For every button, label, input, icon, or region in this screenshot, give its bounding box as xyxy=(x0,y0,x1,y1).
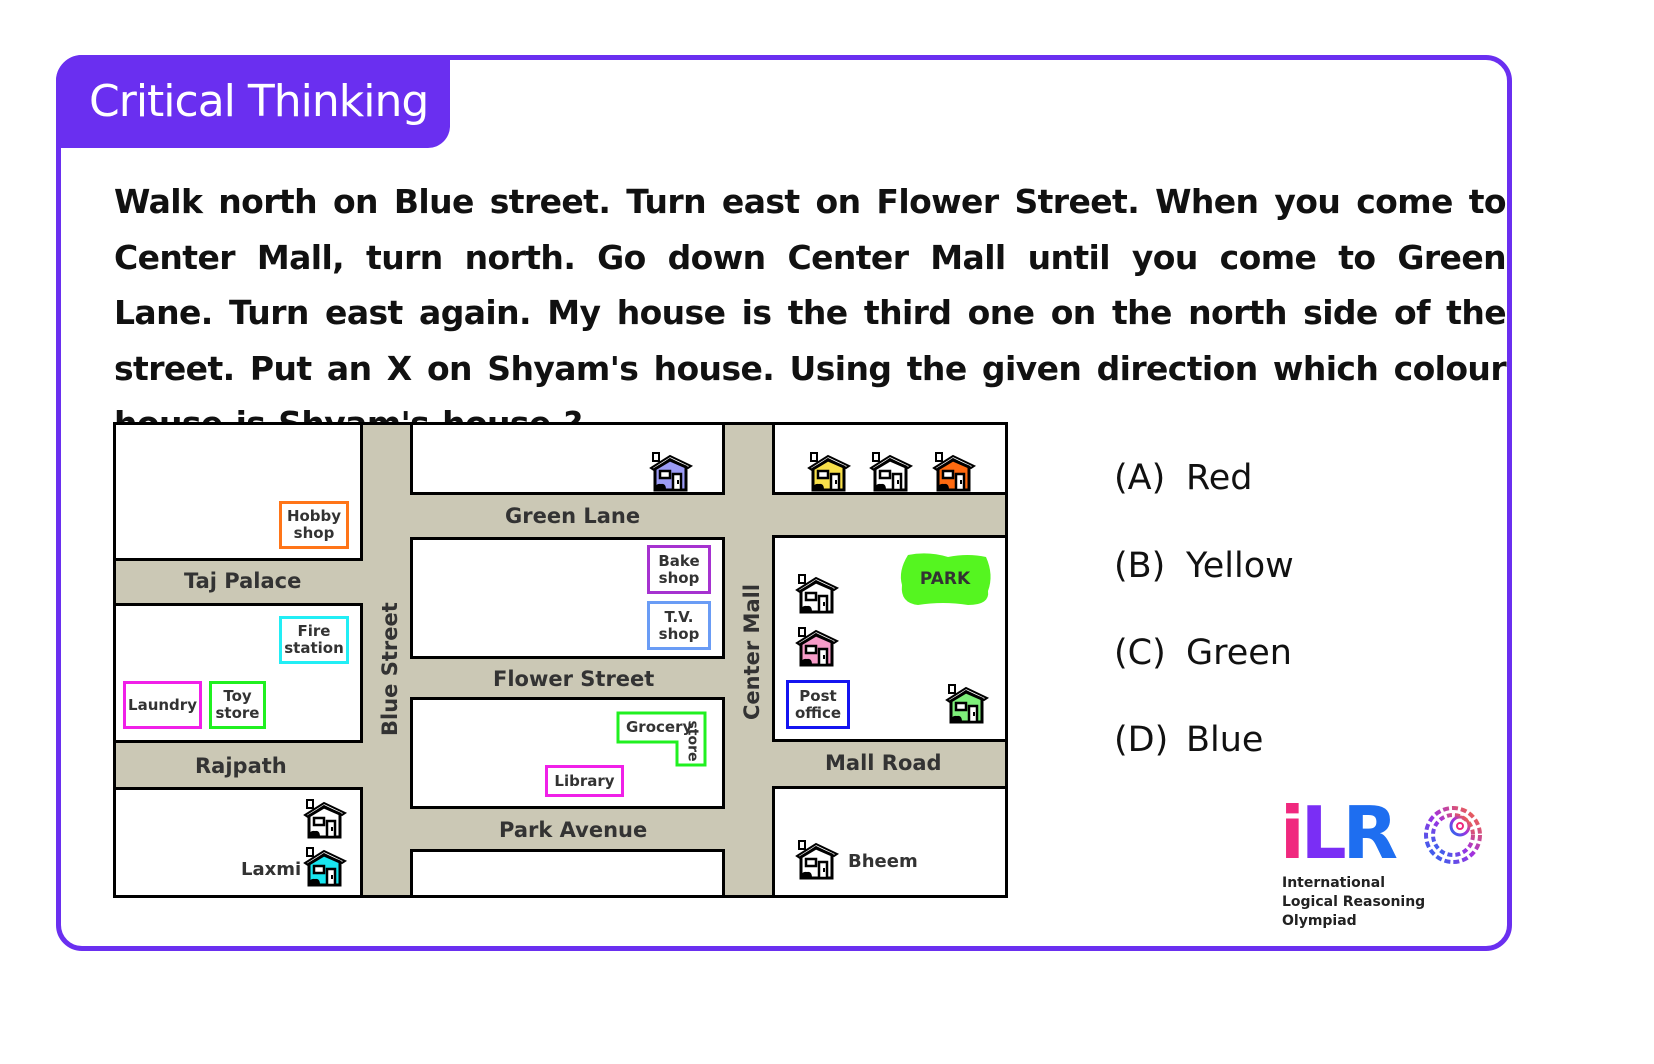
option-d[interactable]: (D) Blue xyxy=(1114,720,1263,760)
house-icon-yellow xyxy=(807,451,851,492)
option-key: (B) xyxy=(1114,546,1166,586)
logo-swirl-icon xyxy=(1424,806,1482,864)
street-green-lane: Green Lane xyxy=(505,504,641,528)
logo-letter-r: R xyxy=(1342,791,1398,875)
category-tag: Critical Thinking xyxy=(56,55,450,148)
grocery-label: Grocery xyxy=(626,718,693,736)
option-b[interactable]: (B) Yellow xyxy=(1114,546,1294,586)
place-toy-store: Toy store xyxy=(209,681,266,729)
option-key: (A) xyxy=(1114,458,1166,498)
logo-subtitle: International Logical Reasoning Olympiad xyxy=(1282,874,1425,931)
option-label: Yellow xyxy=(1186,546,1294,586)
option-label: Blue xyxy=(1186,720,1264,760)
logo-line-3: Olympiad xyxy=(1282,913,1357,929)
house-icon-white-southwest xyxy=(303,798,347,839)
park-label: PARK xyxy=(919,569,971,589)
house-icon-white-east xyxy=(795,573,839,614)
house-icon-cyan xyxy=(303,846,347,887)
option-c[interactable]: (C) Green xyxy=(1114,633,1292,673)
logo-line-2: Logical Reasoning xyxy=(1282,894,1426,910)
house-icon-white xyxy=(869,451,913,492)
resident-laxmi: Laxmi xyxy=(241,859,302,880)
street-flower-street: Flower Street xyxy=(493,667,655,691)
place-hobby-shop: Hobby shop xyxy=(279,501,349,549)
option-key: (C) xyxy=(1114,633,1166,673)
logo-letter-l: L xyxy=(1300,791,1347,875)
place-library: Library xyxy=(545,765,624,797)
place-bake-shop: Bake shop xyxy=(647,545,711,594)
house-icon-green xyxy=(945,683,989,724)
house-icon-bheem xyxy=(795,839,839,880)
street-blue-street: Blue Street xyxy=(378,602,402,736)
street-mall-road: Mall Road xyxy=(825,751,942,775)
house-icon-pink xyxy=(795,626,839,667)
block-south-center xyxy=(410,849,725,898)
grocery-store-label: store xyxy=(684,720,701,762)
option-label: Green xyxy=(1186,633,1292,673)
option-key: (D) xyxy=(1114,720,1169,760)
street-park-avenue: Park Avenue xyxy=(499,818,648,842)
street-center-mall: Center Mall xyxy=(740,583,764,720)
resident-bheem: Bheem xyxy=(848,851,918,872)
street-taj-palace: Taj Palace xyxy=(184,569,302,593)
option-a[interactable]: (A) Red xyxy=(1114,458,1253,498)
place-post-office: Post office xyxy=(786,680,850,729)
street-rajpath: Rajpath xyxy=(195,754,287,778)
place-fire-station: Fire station xyxy=(279,616,349,664)
question-text: Walk north on Blue street. Turn east on … xyxy=(114,182,1507,443)
option-label: Red xyxy=(1186,458,1253,498)
house-icon-blue xyxy=(649,451,693,492)
logo-wordmark: iLR xyxy=(1280,797,1398,869)
place-laundry: Laundry xyxy=(123,681,202,729)
place-tv-shop: T.V. shop xyxy=(647,601,711,650)
logo-letter-i: i xyxy=(1280,791,1305,875)
logo-line-1: International xyxy=(1282,875,1386,891)
house-icon-orange xyxy=(932,451,976,492)
